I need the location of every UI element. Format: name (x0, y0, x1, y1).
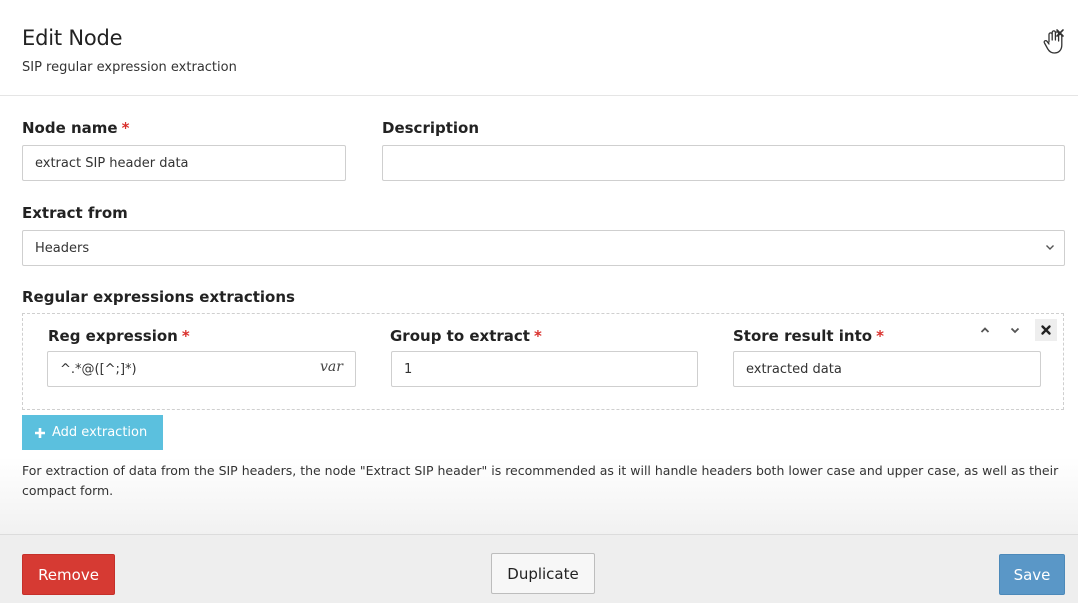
regex-input[interactable] (47, 351, 356, 387)
extract-from-value: Headers (35, 240, 90, 256)
duplicate-button[interactable]: Duplicate (491, 553, 595, 594)
plus-icon (35, 427, 45, 438)
add-extraction-button[interactable]: Add extraction (22, 415, 163, 450)
page-subtitle: SIP regular expression extraction (22, 60, 237, 75)
group-column-label: Group to extract * (390, 327, 542, 345)
remove-extraction-button[interactable] (1035, 319, 1057, 341)
close-icon[interactable] (1042, 28, 1066, 56)
extract-from-label: Extract from (22, 204, 128, 222)
store-result-input[interactable] (733, 351, 1041, 387)
chevron-up-icon (980, 327, 990, 333)
node-name-label: Node name * (22, 119, 130, 137)
save-button[interactable]: Save (999, 554, 1065, 595)
store-column-label: Store result into * (733, 327, 884, 345)
move-down-button[interactable] (1004, 319, 1026, 341)
regex-column-label: Reg expression * (48, 327, 190, 345)
move-up-button[interactable] (974, 319, 996, 341)
group-input[interactable] (391, 351, 698, 387)
node-name-input[interactable] (22, 145, 346, 181)
modal-header: Edit Node SIP regular expression extract… (0, 0, 1078, 96)
extraction-row: Reg expression* var Group to extract* St… (22, 313, 1064, 410)
required-mark: * (876, 327, 884, 345)
description-input[interactable] (382, 145, 1065, 181)
required-mark: * (121, 119, 130, 137)
required-mark: * (181, 327, 190, 345)
chevron-down-icon (1044, 241, 1056, 253)
close-icon (1041, 325, 1051, 335)
add-extraction-label: Add extraction (52, 425, 148, 440)
page-title: Edit Node (22, 26, 123, 50)
extract-from-select[interactable]: Headers (22, 230, 1065, 266)
modal-body: Node name* Description Extract from Head… (0, 97, 1078, 534)
required-mark: * (533, 327, 542, 345)
remove-button[interactable]: Remove (22, 554, 115, 595)
chevron-down-icon (1010, 327, 1020, 334)
extractions-label: Regular expressions extractions (22, 288, 295, 306)
help-text: For extraction of data from the SIP head… (22, 463, 1059, 498)
description-label: Description (382, 119, 480, 137)
modal-footer: Remove Duplicate Save (0, 534, 1078, 603)
var-toggle[interactable]: var (320, 359, 343, 375)
